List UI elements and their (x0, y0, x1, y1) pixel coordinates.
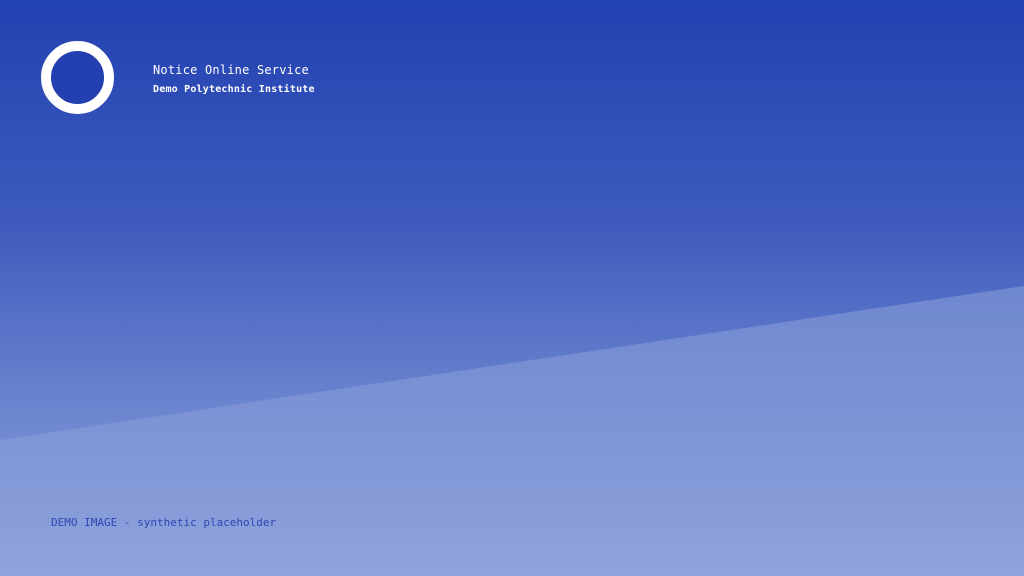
service-title: Notice Online Service (153, 63, 309, 77)
demo-image-caption: DEMO IMAGE - synthetic placeholder (51, 516, 277, 529)
brand-header: Notice Online Service Demo Polytechnic I… (153, 62, 315, 97)
institution-name: Demo Polytechnic Institute (153, 84, 315, 95)
institution-logo-icon (41, 41, 114, 114)
